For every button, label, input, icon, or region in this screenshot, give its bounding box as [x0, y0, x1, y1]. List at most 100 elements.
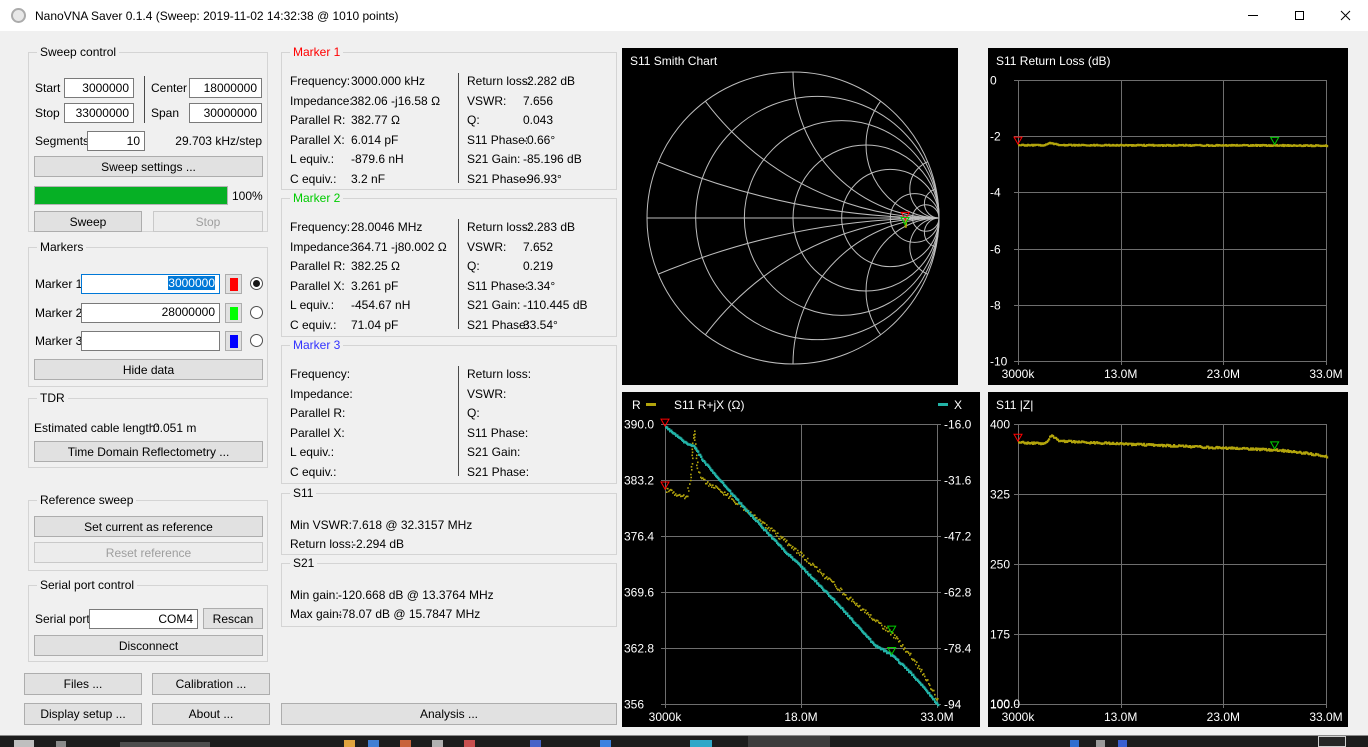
chart-label: 362.8 [624, 642, 654, 656]
disconnect-button[interactable]: Disconnect [34, 635, 263, 656]
sweep-button[interactable]: Sweep [34, 211, 142, 232]
marker-field-label: VSWR: [467, 387, 507, 401]
close-button[interactable] [1322, 0, 1368, 31]
taskbar[interactable] [0, 736, 1368, 747]
calibration-button[interactable]: Calibration ... [152, 673, 270, 695]
marker-field-label: S11 Phase: [467, 279, 529, 293]
chart-label: 18.0M [784, 710, 817, 724]
sweep-settings-button[interactable]: Sweep settings ... [34, 156, 263, 177]
app-icon [11, 8, 26, 23]
taskbar-item[interactable] [120, 742, 210, 747]
markers-title: Markers [37, 240, 87, 254]
span-input[interactable] [189, 103, 262, 123]
chart-label: -2 [990, 130, 1001, 144]
taskbar-item[interactable] [1070, 740, 1079, 747]
taskbar-item[interactable] [14, 740, 34, 747]
taskbar-item[interactable] [56, 741, 66, 747]
marker-field-value: 7.652 [523, 240, 554, 254]
taskbar-item[interactable] [400, 740, 411, 747]
marker-field-label: Parallel X: [290, 133, 345, 147]
chart-label: 3000k [1002, 710, 1036, 724]
sweep-progress-bar [34, 186, 228, 205]
display-setup-button[interactable]: Display setup ... [24, 703, 142, 725]
segments-input[interactable] [87, 131, 145, 151]
smith-chart[interactable]: S11 Smith Chart [622, 48, 958, 385]
reset-reference-button[interactable]: Reset reference [34, 542, 263, 563]
tdr-button[interactable]: Time Domain Reflectometry ... [34, 441, 263, 462]
marker3-input[interactable] [81, 331, 220, 351]
stop-button[interactable]: Stop [153, 211, 263, 232]
maximize-button[interactable] [1276, 0, 1322, 31]
marker-field-value: -85.196 dB [523, 152, 582, 166]
span-label: Span [151, 106, 180, 120]
chart-label: 23.0M [1207, 710, 1240, 724]
marker-field-label: S21 Phase: [467, 465, 530, 479]
marker3-radio[interactable] [250, 334, 263, 347]
marker-field-label: L equiv.: [290, 152, 335, 166]
analysis-button[interactable]: Analysis ... [281, 703, 617, 725]
smith-x-arc [647, 217, 939, 364]
segments-label: Segments [35, 134, 90, 148]
marker-field-label: Return loss: [467, 220, 532, 234]
return-loss-chart[interactable]: 0 -2 -4 -6 -8 -10 3000k 13.0M 23.0M 33.0M S11 Retu… [988, 48, 1348, 385]
rl-plot: 0-2-4-6-8-103000k 13.0M 23.0M 33.0MS11 Retu… [990, 54, 1343, 381]
chart-label: 23.0M [1207, 367, 1240, 381]
taskbar-item[interactable] [1318, 736, 1346, 747]
taskbar-item[interactable] [690, 740, 712, 747]
taskbar-item[interactable] [1118, 740, 1127, 747]
marker-data-row: Parallel R: Q: [282, 406, 616, 422]
taskbar-item[interactable] [748, 736, 830, 747]
marker1-input[interactable]: 3000000 [81, 274, 220, 294]
marker-field-value: -3.34° [523, 279, 556, 293]
taskbar-item[interactable] [432, 740, 443, 747]
about-button[interactable]: About ... [152, 703, 270, 725]
rescan-button[interactable]: Rescan [203, 608, 263, 629]
marker-field-label: Frequency: [290, 74, 351, 88]
taskbar-item[interactable] [464, 740, 475, 747]
z-magnitude-chart[interactable]: 400 325 250 175 100 3000k 13.0M 23.0M 33.0M 100.0… [988, 392, 1348, 727]
minimize-button[interactable] [1230, 0, 1276, 31]
stop-input[interactable] [64, 103, 134, 123]
taskbar-item[interactable] [368, 740, 379, 747]
marker2-color-button[interactable] [225, 303, 242, 323]
marker-field-value: -2.283 dB [523, 220, 576, 234]
chart-label: 390.0 [624, 418, 654, 432]
marker1-value: 3000000 [168, 276, 215, 290]
marker-field-label: Parallel R: [290, 406, 346, 420]
marker3-color-button[interactable] [225, 331, 242, 351]
marker-field-label: S11 Phase: [467, 426, 529, 440]
marker1-radio[interactable] [250, 277, 263, 290]
reference-sweep-group: Reference sweep Set current as reference… [28, 493, 268, 571]
serial-port-input[interactable] [89, 609, 198, 629]
marker-field-label: Parallel R: [290, 113, 346, 127]
taskbar-item[interactable] [600, 740, 611, 747]
chart-label: -8 [990, 299, 1001, 313]
hide-data-button[interactable]: Hide data [34, 359, 263, 380]
marker2-input[interactable]: 28000000 [81, 303, 220, 323]
marker2-radio[interactable] [250, 306, 263, 319]
chart-label: 13.0M [1104, 367, 1137, 381]
start-input[interactable] [64, 78, 134, 98]
set-reference-button[interactable]: Set current as reference [34, 516, 263, 537]
r-jx-chart[interactable]: 390.0 383.2 376.4 369.6 362.8 356 -16.0 -31.6 -4… [622, 392, 980, 727]
taskbar-item[interactable] [1096, 740, 1105, 747]
marker-field-value: -0.66° [523, 133, 556, 147]
files-button[interactable]: Files ... [24, 673, 142, 695]
center-label: Center [151, 81, 188, 95]
smith-x-arc [792, 217, 939, 364]
max-gain-value: -78.07 dB @ 15.7847 MHz [338, 607, 481, 621]
s21-panel-title: S21 [290, 556, 318, 570]
center-input[interactable] [189, 78, 262, 98]
marker-field-label: S21 Phase: [467, 318, 530, 332]
taskbar-item[interactable] [530, 740, 541, 747]
tdr-title: TDR [37, 391, 68, 405]
chart-label: 3000k [649, 710, 683, 724]
marker3-color-swatch [229, 334, 238, 348]
marker-field-label: Parallel X: [290, 426, 345, 440]
chart-label: -16.0 [944, 418, 972, 432]
marker1-color-button[interactable] [225, 274, 242, 294]
chart-label: 33.0M [920, 710, 953, 724]
sweep-progress-label: 100% [232, 189, 263, 203]
maximize-icon [1294, 11, 1304, 20]
taskbar-item[interactable] [344, 740, 355, 747]
